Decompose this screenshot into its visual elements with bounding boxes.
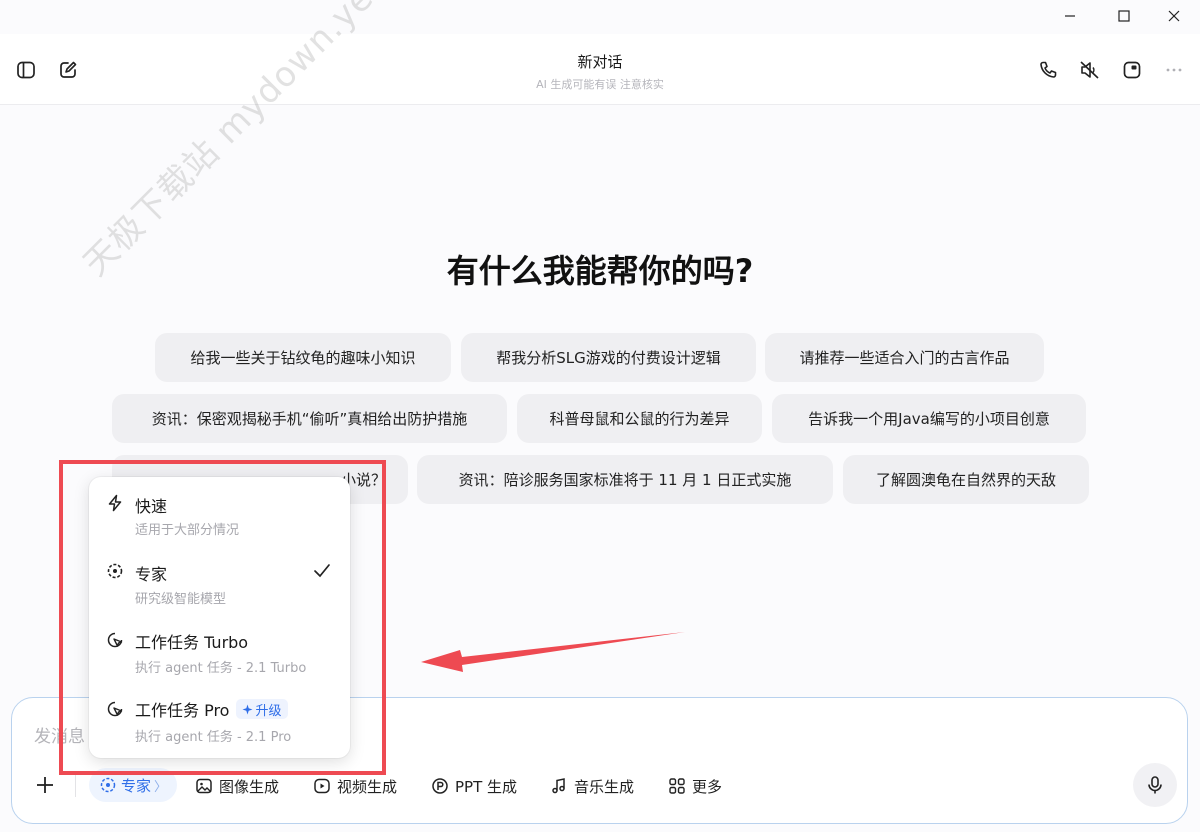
annotation-arrow [421,632,685,672]
